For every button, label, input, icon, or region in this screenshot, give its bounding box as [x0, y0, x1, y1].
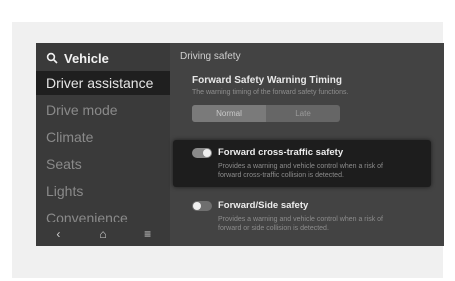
forward-side-safety-description: Provides a warning and vehicle control w…	[218, 215, 428, 233]
bottom-nav: ‹ ⌂ ≡	[36, 222, 170, 246]
forward-cross-traffic-toggle[interactable]	[192, 148, 212, 158]
forward-cross-traffic-description: Provides a warning and vehicle control w…	[218, 162, 428, 180]
forward-cross-traffic-title: Forward cross-traffic safety	[218, 147, 344, 158]
sidebar-item-label: Climate	[46, 129, 94, 145]
sidebar-item-label: Driver assistance	[46, 75, 154, 91]
forward-side-safety-row[interactable]: Forward/Side safety Provides a warning a…	[192, 195, 432, 240]
description-line: forward cross-traffic collision is detec…	[218, 172, 344, 179]
sidebar-header-label: Vehicle	[64, 50, 109, 66]
option-late[interactable]: Late	[266, 105, 340, 122]
sidebar-item-climate[interactable]: Climate	[36, 125, 170, 149]
sidebar-item-label: Drive mode	[46, 102, 118, 118]
sidebar-item-driver-assistance[interactable]: Driver assistance	[36, 71, 170, 95]
warning-timing-title: Forward Safety Warning Timing	[192, 75, 343, 86]
infotainment-screen: Vehicle Driver assistance Drive mode Cli…	[36, 43, 444, 246]
description-line: forward or side collision is detected.	[218, 225, 329, 232]
warning-timing-description: The warning timing of the forward safety…	[192, 89, 349, 96]
toggle-knob	[193, 202, 201, 210]
forward-side-safety-toggle[interactable]	[192, 201, 212, 211]
description-line: Provides a warning and vehicle control w…	[218, 163, 383, 170]
sidebar-item-label: Lights	[46, 183, 84, 199]
option-normal[interactable]: Normal	[192, 105, 266, 122]
breadcrumb: Driving safety	[180, 51, 241, 62]
sidebar-header[interactable]: Vehicle	[46, 49, 109, 67]
forward-cross-traffic-row[interactable]: Forward cross-traffic safety Provides a …	[173, 140, 431, 187]
warning-timing-selector: Normal Late	[192, 105, 340, 122]
main-panel: Driving safety Forward Safety Warning Ti…	[170, 43, 444, 246]
sidebar-item-seats[interactable]: Seats	[36, 152, 170, 176]
sidebar-item-drive-mode[interactable]: Drive mode	[36, 98, 170, 122]
sidebar-item-label: Seats	[46, 156, 82, 172]
description-line: Provides a warning and vehicle control w…	[218, 216, 383, 223]
back-icon[interactable]: ‹	[51, 227, 65, 241]
menu-icon[interactable]: ≡	[141, 227, 155, 241]
forward-side-safety-title: Forward/Side safety	[218, 200, 309, 211]
home-icon[interactable]: ⌂	[96, 227, 110, 241]
sidebar-item-lights[interactable]: Lights	[36, 179, 170, 203]
toggle-knob	[203, 149, 211, 157]
sidebar: Vehicle Driver assistance Drive mode Cli…	[36, 43, 170, 246]
search-icon	[46, 52, 58, 64]
